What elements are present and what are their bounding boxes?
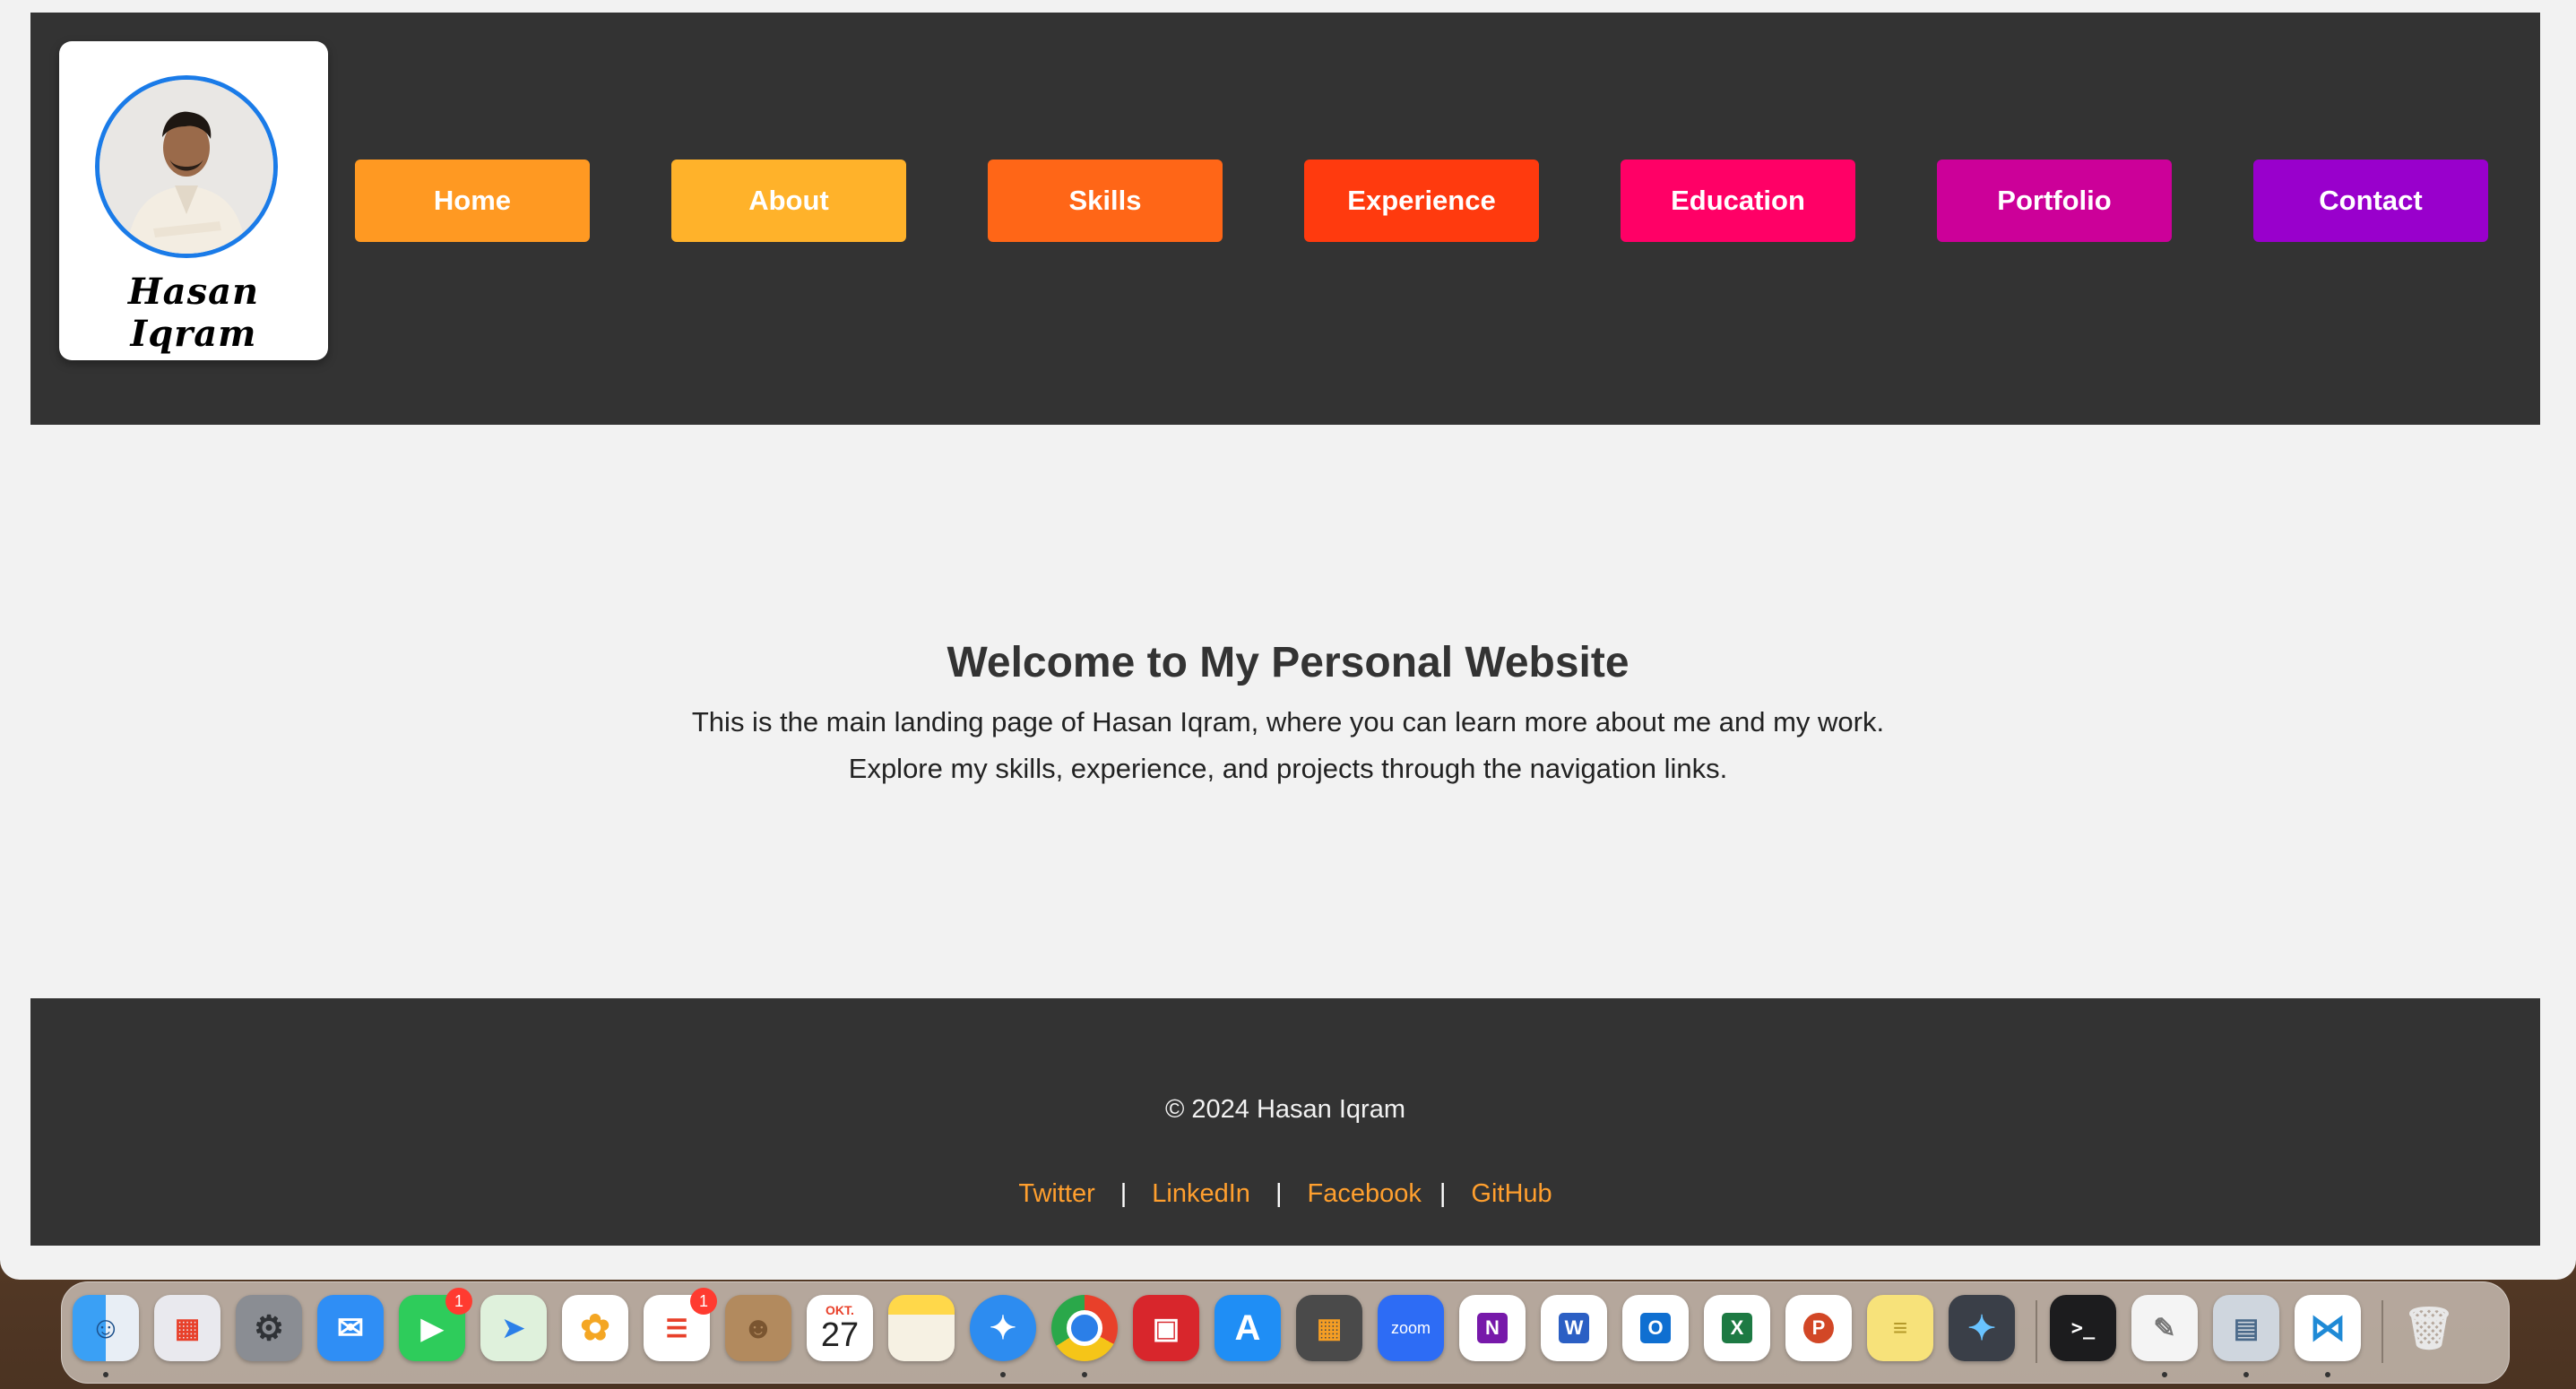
stickies-icon[interactable]: ≡ bbox=[1867, 1295, 1933, 1361]
onenote-icon[interactable]: N bbox=[1459, 1295, 1526, 1361]
profile-photo bbox=[95, 75, 278, 258]
app-store-icon[interactable]: A bbox=[1215, 1295, 1281, 1361]
page-title: Welcome to My Personal Website bbox=[947, 639, 1629, 686]
linkedin-link[interactable]: LinkedIn bbox=[1152, 1179, 1250, 1208]
running-indicator bbox=[1000, 1372, 1006, 1377]
mail-icon[interactable]: ✉ bbox=[317, 1295, 384, 1361]
finder-icon[interactable]: ☺ bbox=[73, 1295, 139, 1361]
nav-skills-button[interactable]: Skills bbox=[988, 160, 1223, 242]
notes-icon[interactable] bbox=[888, 1295, 955, 1361]
calendar-day: 27 bbox=[820, 1316, 860, 1354]
macos-dock: ☺ ▦ ⚙ ✉ ▶ 1 ➤ ✿ ☰ 1 ☻ OKT. 27 ✦ ▣ A ▦ zoom… bbox=[61, 1281, 2510, 1384]
running-indicator bbox=[103, 1372, 108, 1377]
word-icon[interactable]: W bbox=[1541, 1295, 1607, 1361]
social-links: Twitter | LinkedIn | Facebook | GitHub bbox=[30, 1179, 2540, 1209]
reminders-badge: 1 bbox=[690, 1288, 717, 1315]
site-header: Hasan Iqram Home About Skills Experience… bbox=[30, 13, 2540, 425]
nav-home-button[interactable]: Home bbox=[355, 160, 590, 242]
calculator-icon[interactable]: ▦ bbox=[1296, 1295, 1362, 1361]
terminal-icon[interactable]: >_ bbox=[2050, 1295, 2116, 1361]
safari-icon[interactable]: ✦ bbox=[970, 1295, 1036, 1361]
running-indicator bbox=[2162, 1372, 2167, 1377]
main-nav: Home About Skills Experience Education P… bbox=[355, 160, 2515, 242]
logo-signature: Hasan Iqram bbox=[127, 271, 260, 355]
running-indicator bbox=[2325, 1372, 2330, 1377]
calendar-month: OKT. bbox=[826, 1303, 854, 1317]
nav-portfolio-button[interactable]: Portfolio bbox=[1937, 160, 2172, 242]
vscode-icon[interactable]: ⋈ bbox=[2295, 1295, 2361, 1361]
calendar-icon[interactable]: OKT. 27 bbox=[807, 1295, 873, 1361]
outlook-icon[interactable]: O bbox=[1622, 1295, 1689, 1361]
contacts-icon[interactable]: ☻ bbox=[725, 1295, 791, 1361]
reminders-icon[interactable]: ☰ 1 bbox=[644, 1288, 717, 1361]
twitter-link[interactable]: Twitter bbox=[1018, 1179, 1094, 1208]
zoom-icon[interactable]: zoom bbox=[1378, 1295, 1444, 1361]
facetime-icon[interactable]: ▶ 1 bbox=[399, 1288, 472, 1361]
facebook-link[interactable]: Facebook bbox=[1307, 1179, 1421, 1208]
nav-contact-button[interactable]: Contact bbox=[2253, 160, 2488, 242]
dock-separator bbox=[2382, 1300, 2383, 1363]
link-separator: | bbox=[1119, 1179, 1128, 1208]
photos-icon[interactable]: ✿ bbox=[562, 1295, 628, 1361]
excel-icon[interactable]: X bbox=[1704, 1295, 1770, 1361]
nav-about-button[interactable]: About bbox=[671, 160, 906, 242]
link-separator: | bbox=[1275, 1179, 1283, 1208]
browser-page: Hasan Iqram Home About Skills Experience… bbox=[0, 0, 2576, 1280]
launchpad-icon[interactable]: ▦ bbox=[154, 1295, 220, 1361]
logo-card[interactable]: Hasan Iqram bbox=[59, 41, 328, 360]
system-settings-icon[interactable]: ⚙ bbox=[236, 1295, 302, 1361]
intro-text-line-2: Explore my skills, experience, and proje… bbox=[848, 753, 1728, 784]
textedit-icon[interactable]: ✎ bbox=[2131, 1295, 2198, 1361]
running-indicator bbox=[2243, 1372, 2249, 1377]
powerpoint-icon[interactable]: P bbox=[1785, 1295, 1852, 1361]
hero-section: Welcome to My Personal Website This is t… bbox=[0, 425, 2576, 998]
nav-education-button[interactable]: Education bbox=[1621, 160, 1855, 242]
nav-experience-button[interactable]: Experience bbox=[1304, 160, 1539, 242]
link-separator: | bbox=[1439, 1179, 1447, 1208]
preview-icon[interactable]: ▤ bbox=[2213, 1295, 2279, 1361]
running-indicator bbox=[1082, 1372, 1087, 1377]
intro-text-line-1: This is the main landing page of Hasan I… bbox=[691, 706, 1885, 738]
dock-separator bbox=[2036, 1300, 2037, 1363]
github-link[interactable]: GitHub bbox=[1471, 1179, 1552, 1208]
trash-icon[interactable]: 🗑 bbox=[2396, 1295, 2462, 1361]
chrome-icon[interactable] bbox=[1051, 1295, 1118, 1361]
photo-booth-icon[interactable]: ▣ bbox=[1133, 1295, 1199, 1361]
copyright-text: © 2024 Hasan Iqram bbox=[1164, 1095, 1405, 1124]
shortcuts-icon[interactable]: ✦ bbox=[1949, 1295, 2015, 1361]
site-footer: © 2024 Hasan Iqram Twitter | LinkedIn | Face… bbox=[30, 998, 2540, 1246]
maps-icon[interactable]: ➤ bbox=[480, 1295, 547, 1361]
facetime-badge: 1 bbox=[445, 1288, 472, 1315]
